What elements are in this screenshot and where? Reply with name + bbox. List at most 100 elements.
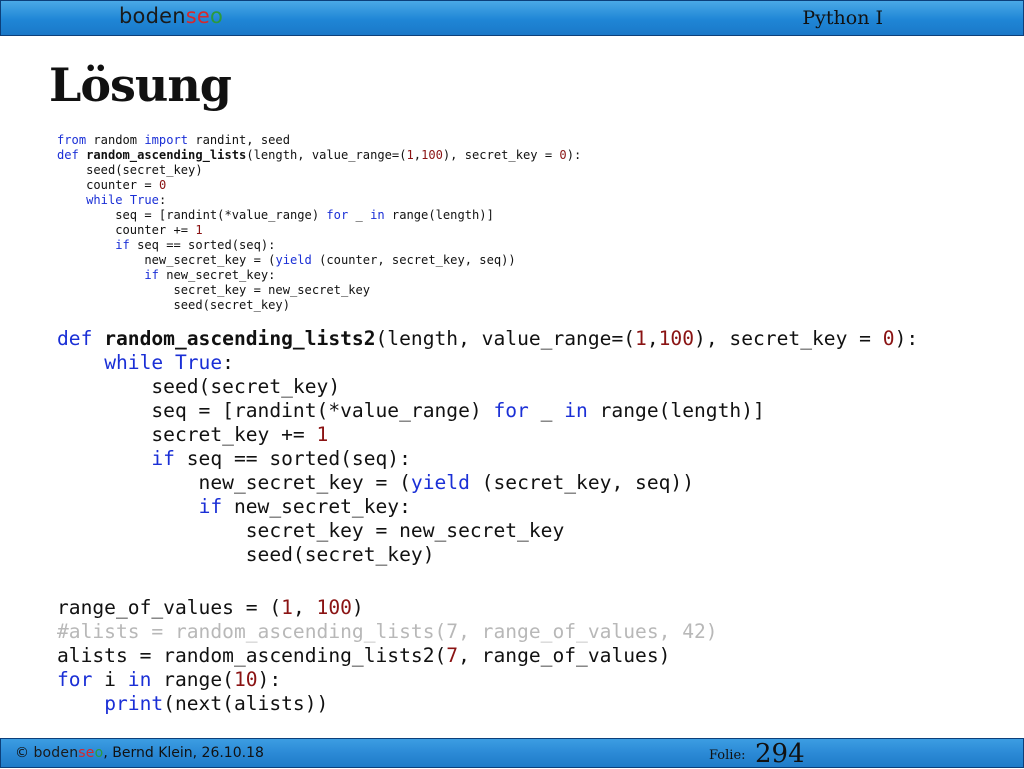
code-token: :: [158, 193, 167, 207]
code-line: print(next(alists)): [57, 692, 718, 716]
code-token: yield: [410, 471, 470, 494]
code-token: def: [57, 327, 93, 350]
code-token: in: [370, 208, 385, 222]
code-token: for: [326, 208, 349, 222]
code-token: 100: [421, 148, 443, 162]
code-line: secret_key += 1: [57, 423, 918, 447]
code-token: for: [493, 399, 529, 422]
code-token: new_secret_key:: [158, 268, 276, 282]
code-token: ), secret_key =: [694, 327, 883, 350]
code-token: 0: [158, 178, 167, 192]
code-line: seq = [randint(*value_range) for _ in ra…: [57, 399, 918, 423]
code-token: 0: [882, 327, 895, 350]
code-token: import: [144, 133, 189, 147]
code-token: ):: [894, 327, 919, 350]
code-token: secret_key +=: [57, 423, 317, 446]
code-token: if: [115, 238, 130, 252]
code-line: if new_secret_key:: [57, 495, 918, 519]
code-line: counter += 1: [57, 223, 581, 238]
code-token: (next(alists)): [163, 692, 329, 715]
code-token: def: [57, 148, 79, 162]
code-token: :: [222, 351, 234, 374]
footer-credit: © bodenseo, Bernd Klein, 26.10.18: [15, 745, 264, 761]
code-line: def random_ascending_lists(length, value…: [57, 148, 581, 163]
code-token: secret_key = new_secret_key: [57, 283, 371, 297]
code-block-usage: range_of_values = (1, 100) #alists = rand…: [57, 596, 718, 716]
bodenseo-logo: bodenseo: [119, 4, 224, 28]
code-token: (length, value_range=(: [246, 148, 407, 162]
code-token: True: [129, 193, 159, 207]
code-line: range_of_values = (1, 100): [57, 596, 718, 620]
code-token: (counter, secret_key, seq)): [311, 253, 516, 267]
code-token: ):: [566, 148, 582, 162]
footer-bar: © bodenseo, Bernd Klein, 26.10.18 Folie:…: [0, 738, 1024, 769]
code-token: ): [351, 596, 364, 619]
code-token: new_secret_key:: [222, 495, 411, 518]
code-token: , range_of_values): [458, 644, 671, 667]
code-token: while: [86, 193, 123, 207]
code-line: seed(secret_key): [57, 298, 581, 313]
code-line: seed(secret_key): [57, 543, 918, 567]
code-token: in: [127, 668, 152, 691]
code-token: i: [92, 668, 128, 691]
code-token: random_ascending_lists: [86, 148, 247, 162]
code-token: True: [174, 351, 223, 374]
code-line: new_secret_key = (yield (secret_key, seq…: [57, 471, 918, 495]
code-block-generator2: def random_ascending_lists2(length, valu…: [57, 327, 918, 567]
course-title: Python I: [802, 7, 883, 29]
code-token: ,: [646, 327, 659, 350]
code-line: secret_key = new_secret_key: [57, 283, 581, 298]
slide-title: Lösung: [49, 58, 232, 112]
code-token: range(length)]: [384, 208, 494, 222]
code-token: 1: [281, 596, 293, 619]
code-token: 1: [406, 148, 414, 162]
code-token: from: [57, 133, 87, 147]
code-line: if seq == sorted(seq):: [57, 447, 918, 471]
code-token: for: [57, 668, 93, 691]
code-token: 7: [446, 644, 459, 667]
code-token: randint, seed: [188, 133, 290, 147]
code-token: yield: [275, 253, 312, 267]
code-token: range(length)]: [587, 399, 765, 422]
code-token: 1: [316, 423, 329, 446]
code-token: seed(secret_key): [57, 163, 203, 177]
code-token: new_secret_key = (: [57, 253, 276, 267]
footer-logo: bodenseo: [33, 745, 104, 761]
code-line: secret_key = new_secret_key: [57, 519, 918, 543]
code-token: (secret_key, seq)): [469, 471, 695, 494]
code-line: from random import randint, seed: [57, 133, 581, 148]
code-line: new_secret_key = (yield (counter, secret…: [57, 253, 581, 268]
code-token: if: [144, 268, 159, 282]
code-token: in: [564, 399, 588, 422]
code-line: while True:: [57, 351, 918, 375]
code-line: seq = [randint(*value_range) for _ in ra…: [57, 208, 581, 223]
code-token: 100: [658, 327, 695, 350]
code-token: random: [86, 133, 145, 147]
code-line: while True:: [57, 193, 581, 208]
code-token: alists = random_ascending_lists2(: [57, 644, 447, 667]
code-token: random_ascending_lists2: [104, 327, 376, 350]
author-date: , Bernd Klein, 26.10.18: [103, 745, 264, 761]
code-token: 100: [316, 596, 352, 619]
code-token: 1: [195, 223, 203, 237]
code-token: ):: [257, 668, 282, 691]
code-line: if new_secret_key:: [57, 268, 581, 283]
slide-number: 294: [755, 739, 805, 769]
code-token: (length, value_range=(: [375, 327, 636, 350]
code-token: counter =: [57, 178, 159, 192]
code-token: 10: [233, 668, 258, 691]
code-block-generator: from random import randint, seed def rand…: [57, 133, 581, 313]
code-token: range(: [151, 668, 234, 691]
code-token: secret_key = new_secret_key: [57, 519, 565, 542]
folie-label: Folie:: [709, 748, 746, 763]
code-token: if: [198, 495, 223, 518]
header-bar: bodenseo Python I: [0, 0, 1024, 36]
code-token: seq == sorted(seq):: [174, 447, 411, 470]
